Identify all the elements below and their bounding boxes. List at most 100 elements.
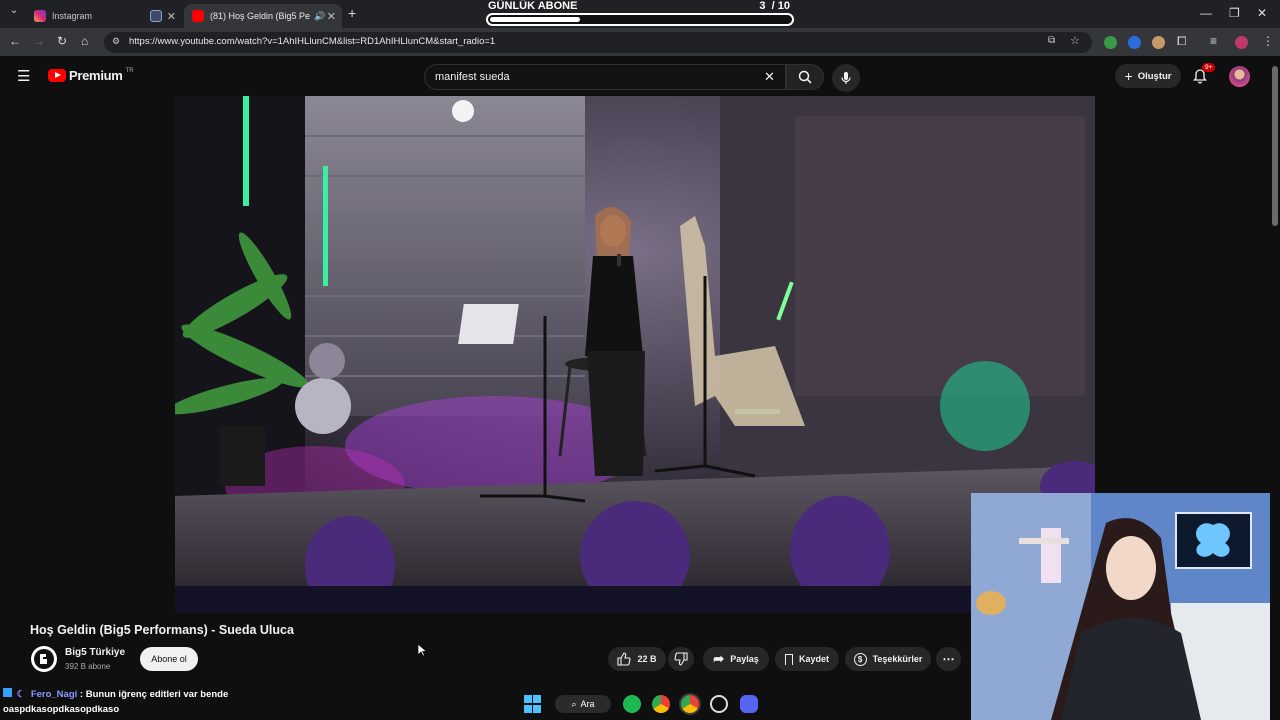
thanks-button[interactable]: $ Teşekkürler xyxy=(845,647,931,671)
dislike-button[interactable] xyxy=(668,647,694,671)
thumbs-down-icon xyxy=(674,652,688,666)
back-icon[interactable]: ← xyxy=(9,34,21,48)
tab-label: Instagram xyxy=(52,11,93,21)
extension-icon[interactable] xyxy=(1104,36,1117,49)
like-button[interactable]: 22 B xyxy=(608,647,666,671)
webcam-frame xyxy=(971,493,1280,720)
subscriber-goal-overlay: GÜNLÜK ABONE 3 / 10 xyxy=(484,0,796,28)
goal-total: / 10 xyxy=(771,0,790,12)
taskbar-search-label: Ara xyxy=(580,699,595,709)
share-icon: ➦ xyxy=(713,651,725,666)
super-thanks-icon: $ xyxy=(853,652,867,666)
more-icon: ⋯ xyxy=(942,652,955,666)
bookmark-icon xyxy=(784,653,793,665)
tab-search-button[interactable]: ⌄ xyxy=(6,5,22,21)
big5-logo-icon xyxy=(34,649,54,669)
app-icon[interactable] xyxy=(710,695,728,713)
video-player[interactable] xyxy=(175,96,1095,613)
mouse-cursor xyxy=(418,644,427,657)
tab-unnamed[interactable]: ✕ xyxy=(142,4,182,28)
taskbar: ⌕ Ara xyxy=(515,690,775,720)
reload-icon[interactable]: ↻ xyxy=(57,34,67,48)
window-icon xyxy=(150,10,162,22)
more-actions-button[interactable]: ⋯ xyxy=(936,647,961,671)
channel-avatar[interactable] xyxy=(31,646,57,672)
profile-avatar[interactable] xyxy=(1235,36,1248,49)
hamburger-menu-icon[interactable]: ☰ xyxy=(17,67,30,85)
plus-icon: + xyxy=(1124,68,1133,84)
youtube-premium-logo[interactable]: Premium TR xyxy=(48,68,134,83)
extension-icon[interactable] xyxy=(1152,36,1165,49)
scrollbar-thumb[interactable] xyxy=(1272,66,1278,226)
windows-start-icon[interactable] xyxy=(523,695,541,713)
search-icon: ⌕ xyxy=(571,698,577,709)
channel-name[interactable]: Big5 Türkiye xyxy=(65,647,125,658)
moon-badge-icon: ☾ xyxy=(16,689,26,700)
goal-progress-fill xyxy=(490,17,580,22)
address-bar[interactable]: ⚙ https://www.youtube.com/watch?v=1AhIHL… xyxy=(104,32,1092,53)
forward-icon[interactable]: → xyxy=(33,34,45,48)
speaker-icon[interactable]: 🔊 xyxy=(314,11,325,22)
search-icon xyxy=(798,70,812,84)
microphone-icon xyxy=(841,72,851,84)
goal-counter: 3 / 10 xyxy=(759,0,790,12)
goal-count: 3 xyxy=(759,0,766,12)
video-frame xyxy=(175,96,1095,613)
search-button[interactable] xyxy=(786,64,824,90)
search-input[interactable]: manifest sueda ✕ xyxy=(424,64,786,90)
taskbar-search[interactable]: ⌕ Ara xyxy=(555,695,611,713)
discord-icon[interactable] xyxy=(740,695,758,713)
clear-search-icon[interactable]: ✕ xyxy=(764,69,775,85)
notification-badge: 9+ xyxy=(1202,63,1216,72)
page-scrollbar[interactable] xyxy=(1270,56,1280,720)
menu-kebab-icon[interactable]: ⋮ xyxy=(1262,34,1274,48)
save-button[interactable]: Kaydet xyxy=(775,647,839,671)
chat-message-2: oaspdkasopdkasopdkaso xyxy=(3,704,120,715)
browser-toolbar: ← → ↻ ⌂ ⚙ https://www.youtube.com/watch?… xyxy=(0,28,1280,56)
translate-extension-icon[interactable] xyxy=(1128,36,1141,49)
subscribe-button[interactable]: Abone ol xyxy=(140,647,198,671)
home-icon[interactable]: ⌂ xyxy=(81,34,88,48)
close-tab-icon[interactable]: ✕ xyxy=(327,10,336,23)
chat-text: : Bunun iğrenç editleri var bende xyxy=(79,689,229,700)
restore-icon[interactable]: ❐ xyxy=(1229,6,1240,20)
voice-search-button[interactable] xyxy=(832,64,860,92)
goal-progress-bar xyxy=(486,13,794,26)
region-code: TR xyxy=(125,67,134,74)
youtube-header: ☰ Premium TR manifest sueda ✕ + Oluştur … xyxy=(0,56,1270,96)
bookmark-star-icon[interactable]: ☆ xyxy=(1070,34,1080,47)
chat-message: ☾ Fero_Nagi : Bunun iğrenç editleri var … xyxy=(3,688,228,700)
tab-label: (81) Hoş Geldin (Big5 Perfo xyxy=(210,11,310,21)
create-button[interactable]: + Oluştur xyxy=(1115,64,1181,88)
create-label: Oluştur xyxy=(1137,70,1172,82)
tab-youtube[interactable]: (81) Hoş Geldin (Big5 Perfo 🔊 ✕ xyxy=(184,4,342,28)
url-text: https://www.youtube.com/watch?v=1AhIHLlu… xyxy=(129,36,496,47)
spotify-icon[interactable] xyxy=(623,695,641,713)
minimize-icon[interactable]: — xyxy=(1200,6,1212,20)
subscribe-label: Abone ol xyxy=(151,654,187,664)
chrome-icon[interactable] xyxy=(652,695,670,713)
video-title: Hoş Geldin (Big5 Performans) - Sueda Ulu… xyxy=(30,623,294,637)
site-info-icon[interactable]: ⚙ xyxy=(112,36,120,47)
media-control-icon[interactable]: ≡ xyxy=(1210,34,1217,48)
share-label: Paylaş xyxy=(730,654,759,664)
install-icon[interactable]: ⧉ xyxy=(1048,35,1055,46)
twitch-badge-icon xyxy=(3,688,12,697)
chrome-profile-icon[interactable] xyxy=(681,695,699,713)
share-button[interactable]: ➦ Paylaş xyxy=(703,647,769,671)
new-tab-button[interactable]: + xyxy=(348,5,356,21)
save-label: Kaydet xyxy=(798,654,829,664)
youtube-icon xyxy=(192,10,204,22)
close-window-icon[interactable]: ✕ xyxy=(1257,6,1267,20)
logo-text: Premium xyxy=(69,68,123,83)
close-tab-icon[interactable]: ✕ xyxy=(167,10,176,23)
goal-label: GÜNLÜK ABONE xyxy=(488,0,578,12)
subscriber-count: 392 B abone xyxy=(65,662,111,671)
account-avatar[interactable] xyxy=(1229,66,1250,87)
instagram-icon xyxy=(34,10,46,22)
chat-username: Fero_Nagi xyxy=(30,689,78,700)
notifications-button[interactable]: 9+ xyxy=(1192,63,1216,86)
search-query: manifest sueda xyxy=(435,71,510,83)
thumbs-up-icon xyxy=(617,652,632,666)
extensions-puzzle-icon[interactable]: ⧠ xyxy=(1177,34,1187,49)
